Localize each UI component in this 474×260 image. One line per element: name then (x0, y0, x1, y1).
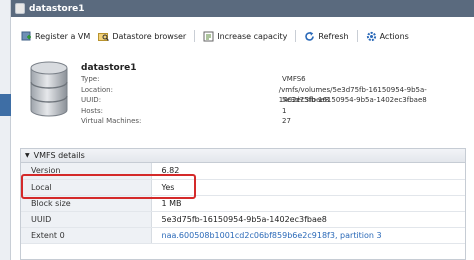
collapse-triangle-icon[interactable]: ▼ (25, 152, 30, 159)
summary-row-location: Location: /vmfs/volumes/5e3d75fb-1615095… (81, 85, 474, 105)
summary-label: Location: (81, 85, 113, 94)
summary-label: Hosts: (81, 106, 103, 115)
details-value: 1 MB (151, 195, 465, 212)
register-vm-button[interactable]: Register a VM (21, 31, 98, 42)
datastore-browser-button[interactable]: Datastore browser (98, 31, 194, 42)
summary-value: 1 (282, 106, 287, 115)
navigator-selected-item[interactable] (0, 94, 11, 116)
datastore-browser-label: Datastore browser (112, 31, 187, 41)
vmfs-details-title: VMFS details (33, 151, 85, 160)
extent-link[interactable]: naa.600508b1001cd2c06bf859b6e2c918f3, pa… (151, 227, 465, 244)
actions-label: Actions (379, 31, 409, 41)
table-row: UUID 5e3d75fb-16150954-9b5a-1402ec3fbae8 (21, 211, 465, 228)
details-label: UUID (21, 211, 152, 228)
summary-row-hosts: Hosts: 1 (81, 106, 474, 117)
actions-button[interactable]: Actions (366, 31, 417, 42)
summary-row-virtual-machines: Virtual Machines: 27 (81, 116, 474, 127)
summary-label: Type: (81, 75, 100, 83)
refresh-button[interactable]: Refresh (304, 31, 356, 42)
details-value: 5e3d75fb-16150954-9b5a-1402ec3fbae8 (151, 211, 465, 228)
summary-row-uuid: UUID: 5e3d75fb-16150954-9b5a-1402ec3fbae… (81, 95, 474, 106)
summary-row-type: Type: VMFS6 (81, 74, 474, 85)
toolbar-separator (356, 30, 358, 42)
table-row: Extent 0 naa.600508b1001cd2c06bf859b6e2c… (21, 227, 465, 244)
summary-value: VMFS6 (282, 75, 306, 83)
datastore-name: datastore1 (81, 63, 137, 73)
summary-value: 27 (282, 117, 291, 126)
details-value: Yes (151, 179, 465, 196)
increase-capacity-button[interactable]: Increase capacity (203, 31, 295, 42)
summary-value: 5e3d75fb-16150954-9b5a-1402ec3fbae8 (282, 96, 427, 105)
vmfs-details-header[interactable]: ▼ VMFS details (21, 149, 465, 163)
toolbar: Register a VM Datastore browser Increase… (11, 25, 474, 47)
register-vm-label: Register a VM (35, 31, 91, 41)
refresh-label: Refresh (318, 31, 349, 41)
summary-properties: Type: VMFS6 Location: /vmfs/volumes/5e3d… (81, 74, 474, 127)
gear-icon (366, 31, 377, 42)
navigator-sidebar-edge (0, 0, 11, 260)
datastore-summary: datastore1 Type: VMFS6 Location: /vmfs/v… (11, 52, 474, 138)
window-titlebar: datastore1 (11, 0, 474, 17)
vmfs-details-panel: ▼ VMFS details Version 6.82 Local Yes Bl… (20, 148, 466, 260)
window-title: datastore1 (29, 3, 85, 14)
summary-value: /vmfs/volumes/5e3d75fb-16150954-9b5a-140… (278, 85, 427, 105)
toolbar-separator (295, 30, 297, 42)
details-label: Extent 0 (21, 227, 152, 244)
datastore-icon (30, 61, 68, 117)
refresh-icon (304, 31, 315, 42)
increase-capacity-label: Increase capacity (217, 31, 288, 41)
register-vm-icon (21, 31, 32, 42)
details-value: 6.82 (151, 163, 465, 180)
highlight-box (21, 174, 196, 199)
summary-label: UUID: (81, 96, 102, 105)
increase-capacity-icon (203, 31, 214, 42)
summary-label: Virtual Machines: (81, 117, 142, 126)
datastore-browser-icon (98, 31, 110, 42)
datastore-small-icon (15, 3, 25, 14)
toolbar-separator (194, 30, 196, 42)
